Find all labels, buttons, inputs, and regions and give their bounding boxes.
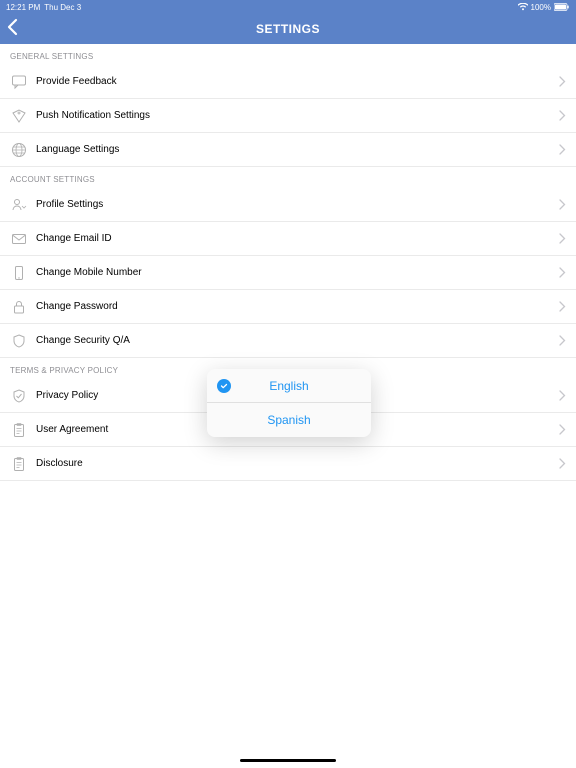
row-label: Change Password — [36, 301, 559, 312]
row-language-settings[interactable]: Language Settings — [0, 133, 576, 167]
row-provide-feedback[interactable]: Provide Feedback — [0, 65, 576, 99]
language-option-label: Spanish — [267, 413, 310, 427]
mail-icon — [10, 230, 28, 248]
chevron-right-icon — [559, 458, 566, 469]
chevron-right-icon — [559, 144, 566, 155]
chevron-right-icon — [559, 110, 566, 121]
chevron-right-icon — [559, 233, 566, 244]
wifi-icon — [518, 3, 528, 11]
shield-icon — [10, 332, 28, 350]
row-label: Change Security Q/A — [36, 335, 559, 346]
back-button[interactable] — [6, 18, 18, 36]
status-bar: 12:21 PM Thu Dec 3 100% — [0, 0, 576, 14]
row-label: Profile Settings — [36, 199, 559, 210]
chevron-right-icon — [559, 390, 566, 401]
clipboard-icon — [10, 421, 28, 439]
row-change-security-qa[interactable]: Change Security Q/A — [0, 324, 576, 358]
row-disclosure[interactable]: Disclosure — [0, 447, 576, 481]
clipboard-alt-icon — [10, 455, 28, 473]
globe-icon — [10, 141, 28, 159]
language-option-english[interactable]: English — [207, 369, 371, 403]
row-label: Provide Feedback — [36, 76, 559, 87]
row-label: Language Settings — [36, 144, 559, 155]
check-icon — [217, 379, 231, 393]
status-battery: 100% — [531, 3, 551, 12]
feedback-icon — [10, 73, 28, 91]
row-profile-settings[interactable]: Profile Settings — [0, 188, 576, 222]
phone-icon — [10, 264, 28, 282]
section-header-account: ACCOUNT SETTINGS — [0, 167, 576, 188]
row-push-notifications[interactable]: Push Notification Settings — [0, 99, 576, 133]
status-date: Thu Dec 3 — [44, 3, 81, 12]
language-popup: English Spanish — [207, 369, 371, 437]
status-time: 12:21 PM — [6, 3, 40, 12]
row-change-password[interactable]: Change Password — [0, 290, 576, 324]
row-label: Disclosure — [36, 458, 559, 469]
profile-icon — [10, 196, 28, 214]
chevron-right-icon — [559, 76, 566, 87]
row-label: Push Notification Settings — [36, 110, 559, 121]
battery-icon — [554, 3, 570, 11]
language-option-spanish[interactable]: Spanish — [207, 403, 371, 437]
chevron-right-icon — [559, 199, 566, 210]
home-indicator[interactable] — [240, 759, 336, 762]
section-header-general: GENERAL SETTINGS — [0, 44, 576, 65]
row-change-mobile[interactable]: Change Mobile Number — [0, 256, 576, 290]
shield-check-icon — [10, 387, 28, 405]
chevron-right-icon — [559, 335, 566, 346]
lock-icon — [10, 298, 28, 316]
chevron-right-icon — [559, 301, 566, 312]
row-label: Change Email ID — [36, 233, 559, 244]
chevron-right-icon — [559, 267, 566, 278]
language-option-label: English — [269, 379, 308, 393]
row-change-email[interactable]: Change Email ID — [0, 222, 576, 256]
tag-icon — [10, 107, 28, 125]
chevron-right-icon — [559, 424, 566, 435]
row-label: Change Mobile Number — [36, 267, 559, 278]
page-title: SETTINGS — [256, 22, 320, 36]
